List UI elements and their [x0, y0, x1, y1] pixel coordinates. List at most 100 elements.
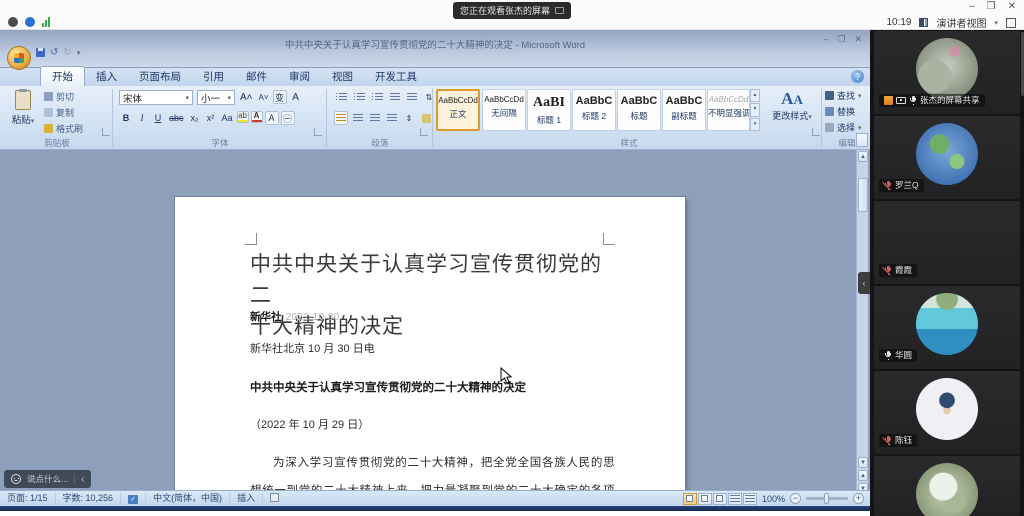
- scroll-down-icon[interactable]: ▼: [858, 457, 868, 468]
- font-name-select[interactable]: 宋体▾: [119, 90, 193, 105]
- help-icon[interactable]: ?: [851, 70, 864, 83]
- minimize-icon[interactable]: –: [969, 1, 975, 12]
- subscript-button[interactable]: x₂: [188, 111, 202, 125]
- tab-view[interactable]: 视图: [321, 67, 364, 86]
- shading-button[interactable]: [419, 111, 433, 125]
- participant-tile[interactable]: 罗兰Q: [874, 116, 1020, 199]
- copy-button[interactable]: 复制: [44, 106, 83, 119]
- increase-indent-button[interactable]: [405, 90, 419, 104]
- clipboard-dialog-launcher[interactable]: [102, 128, 110, 136]
- recording-icon[interactable]: [25, 17, 35, 27]
- style-subtitle[interactable]: AaBbC副标题: [662, 89, 706, 131]
- zoom-out-icon[interactable]: −: [790, 493, 801, 504]
- enclose-character-button[interactable]: ㊀: [281, 111, 295, 125]
- view-mode-selector[interactable]: 演讲者视图: [936, 15, 986, 30]
- maximize-icon[interactable]: ❐: [987, 1, 996, 12]
- font-color-button[interactable]: A: [251, 111, 263, 123]
- highlight-color-button[interactable]: ab: [237, 111, 249, 123]
- language-indicator[interactable]: 中文(简体，中国): [146, 493, 230, 504]
- align-left-button[interactable]: [334, 111, 348, 125]
- bullets-button[interactable]: [334, 90, 349, 104]
- participant-tile[interactable]: 华圆: [874, 286, 1020, 369]
- justify-button[interactable]: [385, 111, 399, 125]
- styles-scroll-up-icon[interactable]: ▲: [750, 89, 760, 102]
- participant-tile[interactable]: [874, 456, 1020, 516]
- vertical-scrollbar[interactable]: ▲ ▼ ▲ ▼: [856, 150, 868, 495]
- character-border-button[interactable]: A: [265, 111, 279, 125]
- collapse-chat-icon[interactable]: ‹: [81, 474, 84, 485]
- format-painter-button[interactable]: 格式刷: [44, 122, 83, 135]
- outline-view-button[interactable]: [728, 493, 742, 505]
- chat-input-pill[interactable]: 说点什么... ‹: [4, 470, 91, 488]
- superscript-button[interactable]: x²: [204, 111, 218, 125]
- doc-byline[interactable]: 新华社2022-10-30: [250, 309, 339, 324]
- align-center-button[interactable]: [351, 111, 365, 125]
- web-layout-view-button[interactable]: [713, 493, 727, 505]
- tab-references[interactable]: 引用: [192, 67, 235, 86]
- document-page[interactable]: 中共中央关于认真学习宣传贯彻党的二 十大精神的决定 新华社2022-10-30 …: [175, 197, 685, 495]
- change-case-button[interactable]: Aa: [220, 111, 235, 125]
- office-button[interactable]: [7, 46, 31, 70]
- tab-home[interactable]: 开始: [40, 66, 85, 86]
- doc-title[interactable]: 中共中央关于认真学习宣传贯彻党的二 十大精神的决定: [250, 249, 618, 342]
- shrink-font-button[interactable]: A˅: [257, 90, 271, 104]
- qat-chevron-down-icon[interactable]: ▾: [77, 49, 81, 57]
- tab-mailings[interactable]: 邮件: [235, 67, 278, 86]
- ruler-toggle-button[interactable]: [856, 133, 868, 147]
- phonetic-guide-button[interactable]: 变: [273, 90, 287, 104]
- save-icon[interactable]: [36, 48, 45, 57]
- doc-date[interactable]: （2022 年 10 月 29 日）: [250, 416, 369, 432]
- style-no-spacing[interactable]: AaBbCcDd无间隔: [482, 89, 526, 131]
- strikethrough-button[interactable]: abc: [167, 111, 186, 125]
- font-dialog-launcher[interactable]: [314, 128, 322, 136]
- word-count[interactable]: 字数: 10,256: [56, 493, 122, 504]
- print-layout-view-button[interactable]: [683, 493, 697, 505]
- chevron-down-icon[interactable]: ▾: [994, 19, 998, 27]
- zoom-slider-thumb[interactable]: [824, 493, 829, 504]
- close-icon[interactable]: ✕: [1008, 1, 1016, 12]
- paragraph-dialog-launcher[interactable]: [420, 128, 428, 136]
- bold-button[interactable]: B: [119, 111, 133, 125]
- zoom-slider[interactable]: [806, 497, 848, 500]
- macro-record[interactable]: [263, 493, 286, 504]
- scroll-up-icon[interactable]: ▲: [858, 151, 868, 162]
- page-indicator[interactable]: 页面: 1/15: [0, 493, 56, 504]
- styles-dialog-launcher[interactable]: [812, 128, 820, 136]
- styles-more-icon[interactable]: ▾: [750, 118, 760, 131]
- scrollbar-thumb[interactable]: [858, 178, 868, 212]
- spellcheck-status[interactable]: ✓: [121, 493, 146, 504]
- font-size-select[interactable]: 小一▾: [197, 90, 235, 105]
- participant-tile-screenshare[interactable]: 张杰的屏幕共享: [874, 31, 1020, 114]
- style-heading1[interactable]: AaBI标题 1: [527, 89, 571, 131]
- zoom-in-icon[interactable]: +: [853, 493, 864, 504]
- tab-review[interactable]: 审阅: [278, 67, 321, 86]
- paste-button[interactable]: 粘贴▾: [6, 89, 40, 135]
- multilevel-list-button[interactable]: [370, 90, 385, 104]
- doc-bold-heading[interactable]: 中共中央关于认真学习宣传贯彻党的二十大精神的决定: [250, 379, 526, 395]
- style-title[interactable]: AaBbC标题: [617, 89, 661, 131]
- insert-mode-indicator[interactable]: 插入: [230, 493, 263, 504]
- numbering-button[interactable]: [352, 90, 367, 104]
- word-close-icon[interactable]: ✕: [854, 34, 862, 45]
- doc-dateline[interactable]: 新华社北京 10 月 30 日电: [250, 340, 375, 356]
- underline-button[interactable]: U: [151, 111, 165, 125]
- style-subtle-emphasis[interactable]: AaBbCcDd不明显强调: [707, 89, 750, 131]
- draft-view-button[interactable]: [743, 493, 757, 505]
- italic-button[interactable]: I: [135, 111, 149, 125]
- word-minimize-icon[interactable]: –: [823, 34, 828, 45]
- style-heading2[interactable]: AaBbC标题 2: [572, 89, 616, 131]
- tab-developer[interactable]: 开发工具: [364, 67, 428, 86]
- find-button[interactable]: 查找▾: [825, 89, 862, 102]
- sidebar-collapse-handle[interactable]: ‹: [858, 272, 870, 294]
- cut-button[interactable]: 剪切: [44, 90, 83, 103]
- styles-scroll-down-icon[interactable]: ▼: [750, 103, 760, 116]
- align-right-button[interactable]: [368, 111, 382, 125]
- info-icon[interactable]: [8, 17, 18, 27]
- clear-formatting-button[interactable]: A: [289, 90, 303, 104]
- line-spacing-button[interactable]: ⇕: [402, 111, 416, 125]
- word-maximize-icon[interactable]: ❐: [837, 34, 845, 45]
- participant-tile[interactable]: 霞霞: [874, 201, 1020, 284]
- tab-page-layout[interactable]: 页面布局: [128, 67, 192, 86]
- decrease-indent-button[interactable]: [388, 90, 402, 104]
- tab-insert[interactable]: 插入: [85, 67, 128, 86]
